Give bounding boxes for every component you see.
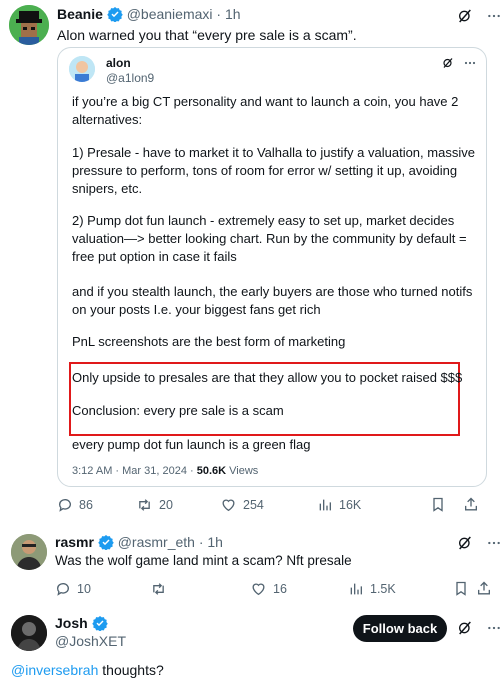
tweet-3-top-icons [457, 620, 500, 636]
like-button[interactable]: 16 [250, 581, 348, 597]
views-button[interactable]: 1.5K [348, 581, 453, 597]
grok-icon[interactable] [457, 535, 473, 551]
views-count: 16K [339, 497, 362, 512]
tweet-time[interactable]: 1h [207, 534, 223, 550]
quote-paragraph: if you’re a big CT personality and want … [72, 94, 459, 127]
reply-count: 10 [77, 581, 91, 596]
tweet-1-text: Alon warned you that “every pre sale is … [57, 27, 357, 43]
tweet-1-top-icons [457, 8, 500, 24]
bookmark-button[interactable] [430, 496, 463, 513]
more-icon[interactable] [464, 57, 476, 69]
author-handle[interactable]: @JoshXET [55, 633, 126, 649]
tweet-time[interactable]: 1h [225, 6, 241, 22]
author-handle[interactable]: @rasmr_eth [118, 534, 195, 550]
quote-top-icons [442, 57, 476, 69]
grok-icon[interactable] [442, 57, 454, 69]
more-icon[interactable] [487, 621, 500, 635]
tweet-1-header: Beanie @beaniemaxi · 1h [57, 6, 241, 22]
quote-paragraph: 1) Presale - have to market it to Valhal… [72, 145, 475, 196]
like-count: 254 [243, 497, 264, 512]
follow-back-button[interactable]: Follow back [353, 615, 447, 642]
tweet-2-top-icons [457, 535, 500, 551]
tweet-2-text: Was the wolf game land mint a scam? Nft … [55, 553, 352, 568]
share-icon [476, 580, 492, 597]
tweet-3-text: @inversebrah thoughts? [11, 662, 164, 678]
share-button[interactable] [463, 496, 479, 513]
repost-icon [150, 581, 167, 597]
author-handle[interactable]: @beaniemaxi [127, 6, 213, 22]
tweet-3-body: thoughts? [98, 662, 164, 678]
repost-count: 20 [159, 497, 173, 512]
verified-badge-icon [98, 534, 114, 550]
author-name[interactable]: Josh [55, 615, 88, 631]
quote-paragraph: every pump dot fun launch is a green fla… [72, 437, 311, 452]
quote-paragraph: and if you stealth launch, the early buy… [72, 284, 473, 317]
bookmark-button[interactable] [453, 580, 476, 597]
quote-meta: 3:12 AM · Mar 31, 2024 · 50.6K Views [72, 465, 258, 477]
avatar-beanie[interactable] [9, 5, 49, 45]
avatar-rasmr[interactable] [11, 534, 47, 570]
author-name[interactable]: rasmr [55, 534, 94, 550]
quote-view-count: 50.6K [196, 465, 227, 477]
reply-button[interactable]: 86 [57, 497, 136, 513]
like-count: 16 [273, 581, 287, 596]
quote-paragraph: 2) Pump dot fun launch - extremely easy … [72, 213, 467, 264]
more-icon[interactable] [487, 9, 500, 23]
quoted-author-handle[interactable]: @a1lon9 [106, 71, 154, 85]
tweet-2-actions: 10 16 1.5K [55, 580, 492, 597]
bookmark-icon [430, 496, 446, 513]
views-icon [317, 497, 333, 513]
quoted-tweet-card[interactable]: alon @a1lon9 if you’re a big CT personal… [57, 47, 487, 487]
tweet-1-actions: 86 20 254 16K [57, 496, 492, 513]
quote-paragraph: Only upside to presales are that they al… [72, 370, 463, 385]
repost-icon [136, 497, 153, 513]
grok-icon[interactable] [457, 8, 473, 24]
quote-timestamp[interactable]: 3:12 AM · Mar 31, 2024 · [72, 465, 194, 477]
avatar-alon[interactable] [69, 56, 95, 82]
tweet-3-header: Josh [55, 615, 108, 631]
views-button[interactable]: 16K [317, 497, 430, 513]
like-icon [220, 497, 237, 513]
tweet-2-header: rasmr @rasmr_eth · 1h [55, 534, 223, 550]
verified-badge-icon [107, 6, 123, 22]
reply-icon [55, 581, 71, 597]
bookmark-icon [453, 580, 469, 597]
quote-views-label: Views [229, 465, 259, 477]
verified-badge-icon [91, 615, 108, 631]
share-icon [463, 496, 479, 513]
reply-icon [57, 497, 73, 513]
quote-paragraph: Conclusion: every pre sale is a scam [72, 403, 284, 418]
like-button[interactable]: 254 [220, 497, 317, 513]
repost-button[interactable] [150, 581, 250, 597]
quote-paragraph: PnL screenshots are the best form of mar… [72, 334, 346, 349]
reply-count: 86 [79, 497, 93, 512]
views-icon [348, 581, 364, 597]
like-icon [250, 581, 267, 597]
grok-icon[interactable] [457, 620, 473, 636]
reply-button[interactable]: 10 [55, 581, 150, 597]
mention-link[interactable]: @inversebrah [11, 662, 98, 678]
more-icon[interactable] [487, 536, 500, 550]
quoted-author-name[interactable]: alon [106, 56, 131, 70]
repost-button[interactable]: 20 [136, 497, 220, 513]
views-count: 1.5K [370, 581, 396, 596]
avatar-josh[interactable] [11, 615, 47, 651]
author-name[interactable]: Beanie [57, 6, 103, 22]
share-button[interactable] [476, 580, 492, 597]
